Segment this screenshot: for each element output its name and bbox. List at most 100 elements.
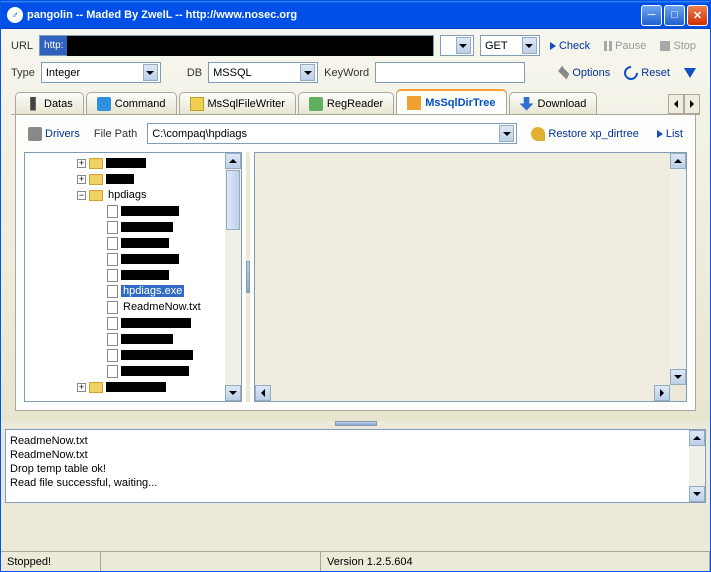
folder-icon	[89, 158, 103, 169]
tree-file[interactable]: ReadmeNow.txt	[27, 299, 223, 315]
minimize-button[interactable]: ─	[641, 5, 662, 26]
content-pane	[254, 152, 687, 402]
url-dropdown[interactable]	[440, 35, 474, 56]
type-select[interactable]: Integer	[41, 62, 161, 83]
content-hscrollbar[interactable]	[255, 385, 686, 401]
db-select[interactable]: MSSQL	[208, 62, 318, 83]
tree-list[interactable]: + + −hpdiags hpdiags.exe ReadmeNow.txt	[25, 153, 225, 401]
tree-file[interactable]	[27, 315, 223, 331]
pause-icon	[604, 41, 612, 51]
file-icon	[107, 253, 118, 266]
content-vscrollbar[interactable]	[670, 153, 686, 385]
output-pane: ReadmeNow.txt ReadmeNow.txt Drop temp ta…	[5, 429, 706, 503]
stop-button[interactable]: Stop	[656, 38, 700, 54]
file-icon	[107, 349, 118, 362]
registry-icon	[309, 97, 323, 111]
scroll-up-button[interactable]	[225, 153, 241, 169]
url-label: URL	[11, 40, 33, 52]
type-label: Type	[11, 67, 35, 79]
drivers-button[interactable]: Drivers	[24, 125, 84, 143]
tab-nav	[668, 94, 700, 114]
close-button[interactable]: ✕	[687, 5, 708, 26]
keyword-input[interactable]	[375, 62, 525, 83]
url-redacted	[67, 36, 432, 56]
scroll-up-button[interactable]	[689, 430, 705, 446]
tree-file[interactable]	[27, 203, 223, 219]
tab-dirtree[interactable]: MsSqlDirTree	[396, 89, 506, 114]
tab-regreader[interactable]: RegReader	[298, 92, 394, 114]
output-line: Drop temp table ok!	[10, 462, 685, 476]
tree-file[interactable]	[27, 219, 223, 235]
tree-folder[interactable]: +	[27, 379, 223, 395]
maximize-button[interactable]: □	[664, 5, 685, 26]
tab-content: Drivers File Path C:\compaq\hpdiags Rest…	[15, 115, 696, 411]
output-text[interactable]: ReadmeNow.txt ReadmeNow.txt Drop temp ta…	[6, 430, 689, 502]
reset-icon	[621, 63, 641, 83]
folder-icon	[89, 190, 103, 201]
pause-button[interactable]: Pause	[600, 38, 650, 54]
tree-file[interactable]	[27, 331, 223, 347]
reset-button[interactable]: Reset	[620, 64, 674, 82]
file-icon	[190, 97, 204, 111]
tab-download[interactable]: Download	[509, 92, 598, 114]
file-icon	[107, 333, 118, 346]
output-line: ReadmeNow.txt	[10, 448, 685, 462]
tab-command[interactable]: Command	[86, 92, 177, 114]
vertical-splitter[interactable]	[246, 152, 250, 402]
tree-vscrollbar[interactable]	[225, 153, 241, 401]
tab-nav-left[interactable]	[668, 94, 684, 114]
file-icon	[107, 269, 118, 282]
play-icon	[657, 130, 663, 138]
tab-datas[interactable]: Datas	[15, 92, 84, 114]
down-arrow-button[interactable]	[680, 66, 700, 80]
tree-folder[interactable]: +	[27, 155, 223, 171]
file-icon	[107, 285, 118, 298]
method-select[interactable]: GET	[480, 35, 540, 56]
output-vscrollbar[interactable]	[689, 430, 705, 502]
scroll-down-button[interactable]	[225, 385, 241, 401]
status-spacer	[101, 552, 321, 571]
tab-filewriter[interactable]: MsSqlFileWriter	[179, 92, 296, 114]
tree-file[interactable]	[27, 363, 223, 379]
tree-file[interactable]	[27, 251, 223, 267]
restore-button[interactable]: Restore xp_dirtree	[527, 125, 643, 143]
command-icon	[97, 97, 111, 111]
content-body[interactable]	[255, 153, 670, 385]
db-label: DB	[187, 67, 202, 79]
output-line: ReadmeNow.txt	[10, 434, 685, 448]
tree-file[interactable]	[27, 267, 223, 283]
scroll-down-button[interactable]	[670, 369, 686, 385]
drive-icon	[28, 127, 42, 141]
file-icon	[107, 301, 118, 314]
horizontal-splitter[interactable]	[5, 421, 706, 425]
folder-icon	[89, 174, 103, 185]
scroll-thumb[interactable]	[226, 170, 240, 230]
tree-folder[interactable]: −hpdiags	[27, 187, 223, 203]
list-button[interactable]: List	[653, 126, 687, 142]
tree-file[interactable]	[27, 347, 223, 363]
file-icon	[107, 221, 118, 234]
url-input[interactable]: http:	[39, 35, 434, 56]
check-button[interactable]: Check	[546, 38, 594, 54]
file-icon	[107, 237, 118, 250]
titlebar[interactable]: ♂ pangolin -- Maded By ZwelL -- http://w…	[1, 1, 710, 29]
wrench-icon	[555, 66, 569, 80]
scroll-down-button[interactable]	[689, 486, 705, 502]
tree-folder[interactable]: +	[27, 171, 223, 187]
tree-icon	[407, 96, 421, 110]
tabstrip: Datas Command MsSqlFileWriter RegReader …	[11, 89, 700, 115]
filepath-input[interactable]: C:\compaq\hpdiags	[147, 123, 517, 144]
scroll-right-button[interactable]	[654, 385, 670, 401]
tab-nav-right[interactable]	[684, 94, 700, 114]
stop-icon	[660, 41, 670, 51]
statusbar: Stopped! Version 1.2.5.604	[1, 551, 710, 571]
app-window: ♂ pangolin -- Maded By ZwelL -- http://w…	[0, 0, 711, 572]
tree-file[interactable]	[27, 235, 223, 251]
app-icon: ♂	[7, 7, 23, 23]
toolbar: URL http: GET Check Pause Stop Type Inte…	[1, 29, 710, 421]
options-button[interactable]: Options	[551, 64, 614, 82]
download-icon	[520, 97, 534, 111]
tree-file-selected[interactable]: hpdiags.exe	[27, 283, 223, 299]
scroll-up-button[interactable]	[670, 153, 686, 169]
scroll-left-button[interactable]	[255, 385, 271, 401]
